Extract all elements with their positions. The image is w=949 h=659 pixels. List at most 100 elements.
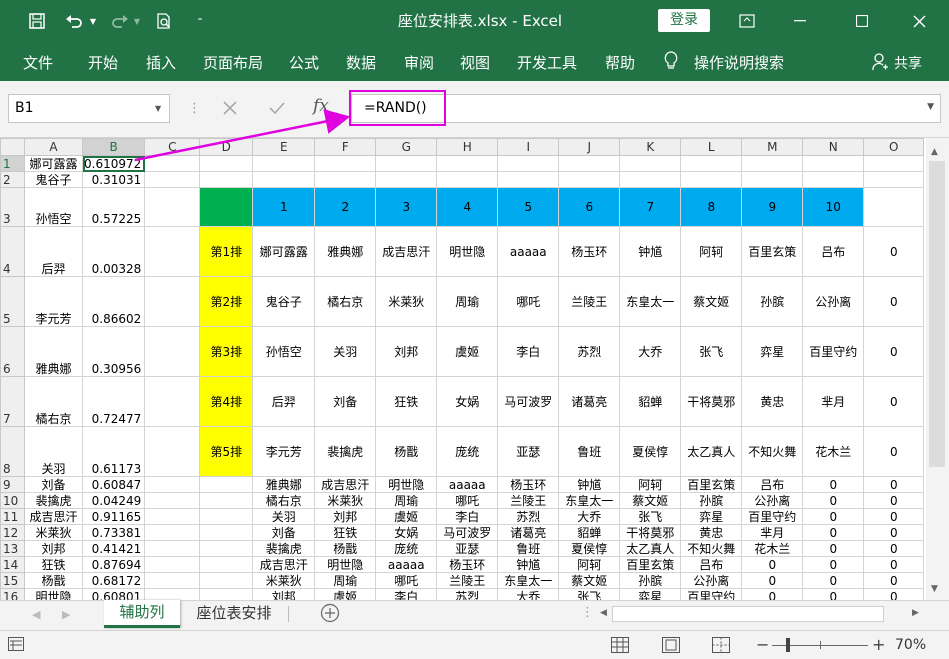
tab-help[interactable]: 帮助	[605, 52, 635, 73]
cell[interactable]: 虞姬	[314, 588, 377, 600]
cell[interactable]: 0	[802, 540, 865, 557]
scroll-right-icon[interactable]: ▶	[912, 608, 919, 618]
row-label-cell[interactable]: 第5排	[199, 426, 254, 477]
zoom-slider-thumb[interactable]	[786, 638, 790, 652]
customize-toolbar-icon[interactable]: ⁼	[193, 0, 207, 42]
cell[interactable]	[863, 171, 925, 188]
cell[interactable]: 杨戬	[314, 540, 377, 557]
cell[interactable]: 孙膑	[680, 492, 743, 509]
cell[interactable]: 0.31031	[81, 171, 146, 188]
row-header[interactable]: 13	[0, 540, 25, 557]
cell[interactable]	[144, 171, 201, 188]
row-header[interactable]: 15	[0, 572, 25, 589]
cell[interactable]	[436, 171, 499, 188]
column-number-cell[interactable]: 6	[558, 187, 621, 227]
ribbon-display-icon[interactable]	[733, 0, 761, 42]
cell[interactable]: 0.86602	[81, 276, 146, 327]
cell[interactable]	[375, 155, 438, 172]
cell[interactable]: 虞姬	[375, 508, 438, 525]
cell[interactable]	[144, 326, 201, 377]
seat-cell[interactable]: 杨戬	[375, 426, 438, 477]
cell[interactable]: 周瑜	[375, 492, 438, 509]
cell[interactable]: 马可波罗	[436, 524, 499, 541]
prev-sheet-icon[interactable]: ◀	[32, 608, 40, 621]
cell[interactable]: 公孙离	[741, 492, 804, 509]
seat-cell[interactable]: 花木兰	[802, 426, 865, 477]
cell[interactable]: 明世隐	[314, 556, 377, 573]
cell[interactable]	[558, 155, 621, 172]
seat-cell[interactable]: 孙膑	[741, 276, 804, 327]
cell[interactable]: 狂铁	[24, 556, 83, 573]
cell[interactable]: 成吉思汗	[314, 476, 377, 493]
cell[interactable]: 杨玉环	[436, 556, 499, 573]
cell[interactable]: 杨玉环	[497, 476, 560, 493]
cell[interactable]: 0	[863, 508, 925, 525]
cell[interactable]: 张飞	[558, 588, 621, 600]
cell[interactable]: 苏烈	[436, 588, 499, 600]
cell[interactable]	[619, 171, 682, 188]
cell[interactable]: 干将莫邪	[619, 524, 682, 541]
cell[interactable]	[558, 171, 621, 188]
horizontal-scrollbar[interactable]	[612, 606, 884, 622]
row-header[interactable]: 10	[0, 492, 25, 509]
select-all-corner[interactable]	[0, 138, 25, 156]
cell[interactable]: 庞统	[375, 540, 438, 557]
cell[interactable]: 成吉思汗	[24, 508, 83, 525]
column-header-I[interactable]: I	[497, 138, 560, 156]
cell[interactable]: 刘备	[24, 476, 83, 493]
cell[interactable]: 阿轲	[558, 556, 621, 573]
cell[interactable]: 0	[802, 556, 865, 573]
seat-cell[interactable]: 后羿	[252, 376, 316, 427]
cell[interactable]: 0.04249	[81, 492, 146, 509]
cell[interactable]: 0	[863, 492, 925, 509]
cell[interactable]	[741, 155, 804, 172]
cell[interactable]: 哪吒	[436, 492, 499, 509]
seat-cell[interactable]: 苏烈	[558, 326, 621, 377]
row-header[interactable]: 6	[0, 326, 25, 377]
row-header[interactable]: 5	[0, 276, 25, 327]
row-header[interactable]: 3	[0, 187, 25, 227]
row-header[interactable]: 2	[0, 171, 25, 188]
sheet-tab[interactable]: 座位表安排	[184, 601, 284, 628]
column-number-cell[interactable]: 1	[252, 187, 316, 227]
cell[interactable]	[436, 155, 499, 172]
cell[interactable]: 东皇太一	[497, 572, 560, 589]
cell[interactable]: 苏烈	[497, 508, 560, 525]
row-header[interactable]: 7	[0, 376, 25, 427]
column-number-cell[interactable]: 7	[619, 187, 682, 227]
row-header[interactable]: 4	[0, 226, 25, 277]
cell[interactable]: 百里守约	[680, 588, 743, 600]
cell[interactable]: 关羽	[24, 426, 83, 477]
seat-cell[interactable]: 弈星	[741, 326, 804, 377]
seat-cell[interactable]: 明世隐	[436, 226, 499, 277]
cell[interactable]	[199, 556, 254, 573]
cell[interactable]	[199, 155, 254, 172]
cell[interactable]	[144, 556, 201, 573]
seat-cell[interactable]: 兰陵王	[558, 276, 621, 327]
cell[interactable]	[741, 171, 804, 188]
column-number-cell[interactable]: 9	[741, 187, 804, 227]
share-button[interactable]: 共享	[894, 53, 922, 73]
row-header[interactable]: 11	[0, 508, 25, 525]
column-header-B[interactable]: B	[81, 138, 146, 156]
cell[interactable]: 0.68172	[81, 572, 146, 589]
cell[interactable]: 0	[741, 588, 804, 600]
cell[interactable]: 杨戬	[24, 572, 83, 589]
cell[interactable]: aaaaa	[375, 556, 438, 573]
cell[interactable]	[802, 155, 865, 172]
page-break-view-icon[interactable]	[712, 637, 730, 656]
seat-cell[interactable]: 周瑜	[436, 276, 499, 327]
seat-cell[interactable]: 貂蝉	[619, 376, 682, 427]
seat-cell[interactable]: 夏侯惇	[619, 426, 682, 477]
cell[interactable]: 0	[863, 276, 925, 327]
cell[interactable]	[144, 226, 201, 277]
cell[interactable]: 百里守约	[741, 508, 804, 525]
cell[interactable]: 芈月	[741, 524, 804, 541]
cell[interactable]	[375, 171, 438, 188]
seat-cell[interactable]: 芈月	[802, 376, 865, 427]
name-box-dropdown-icon[interactable]: ▼	[155, 104, 161, 113]
cell[interactable]: 0.91165	[81, 508, 146, 525]
page-layout-view-icon[interactable]	[662, 637, 680, 656]
cell[interactable]: 鲁班	[497, 540, 560, 557]
cell[interactable]: 0	[863, 588, 925, 600]
